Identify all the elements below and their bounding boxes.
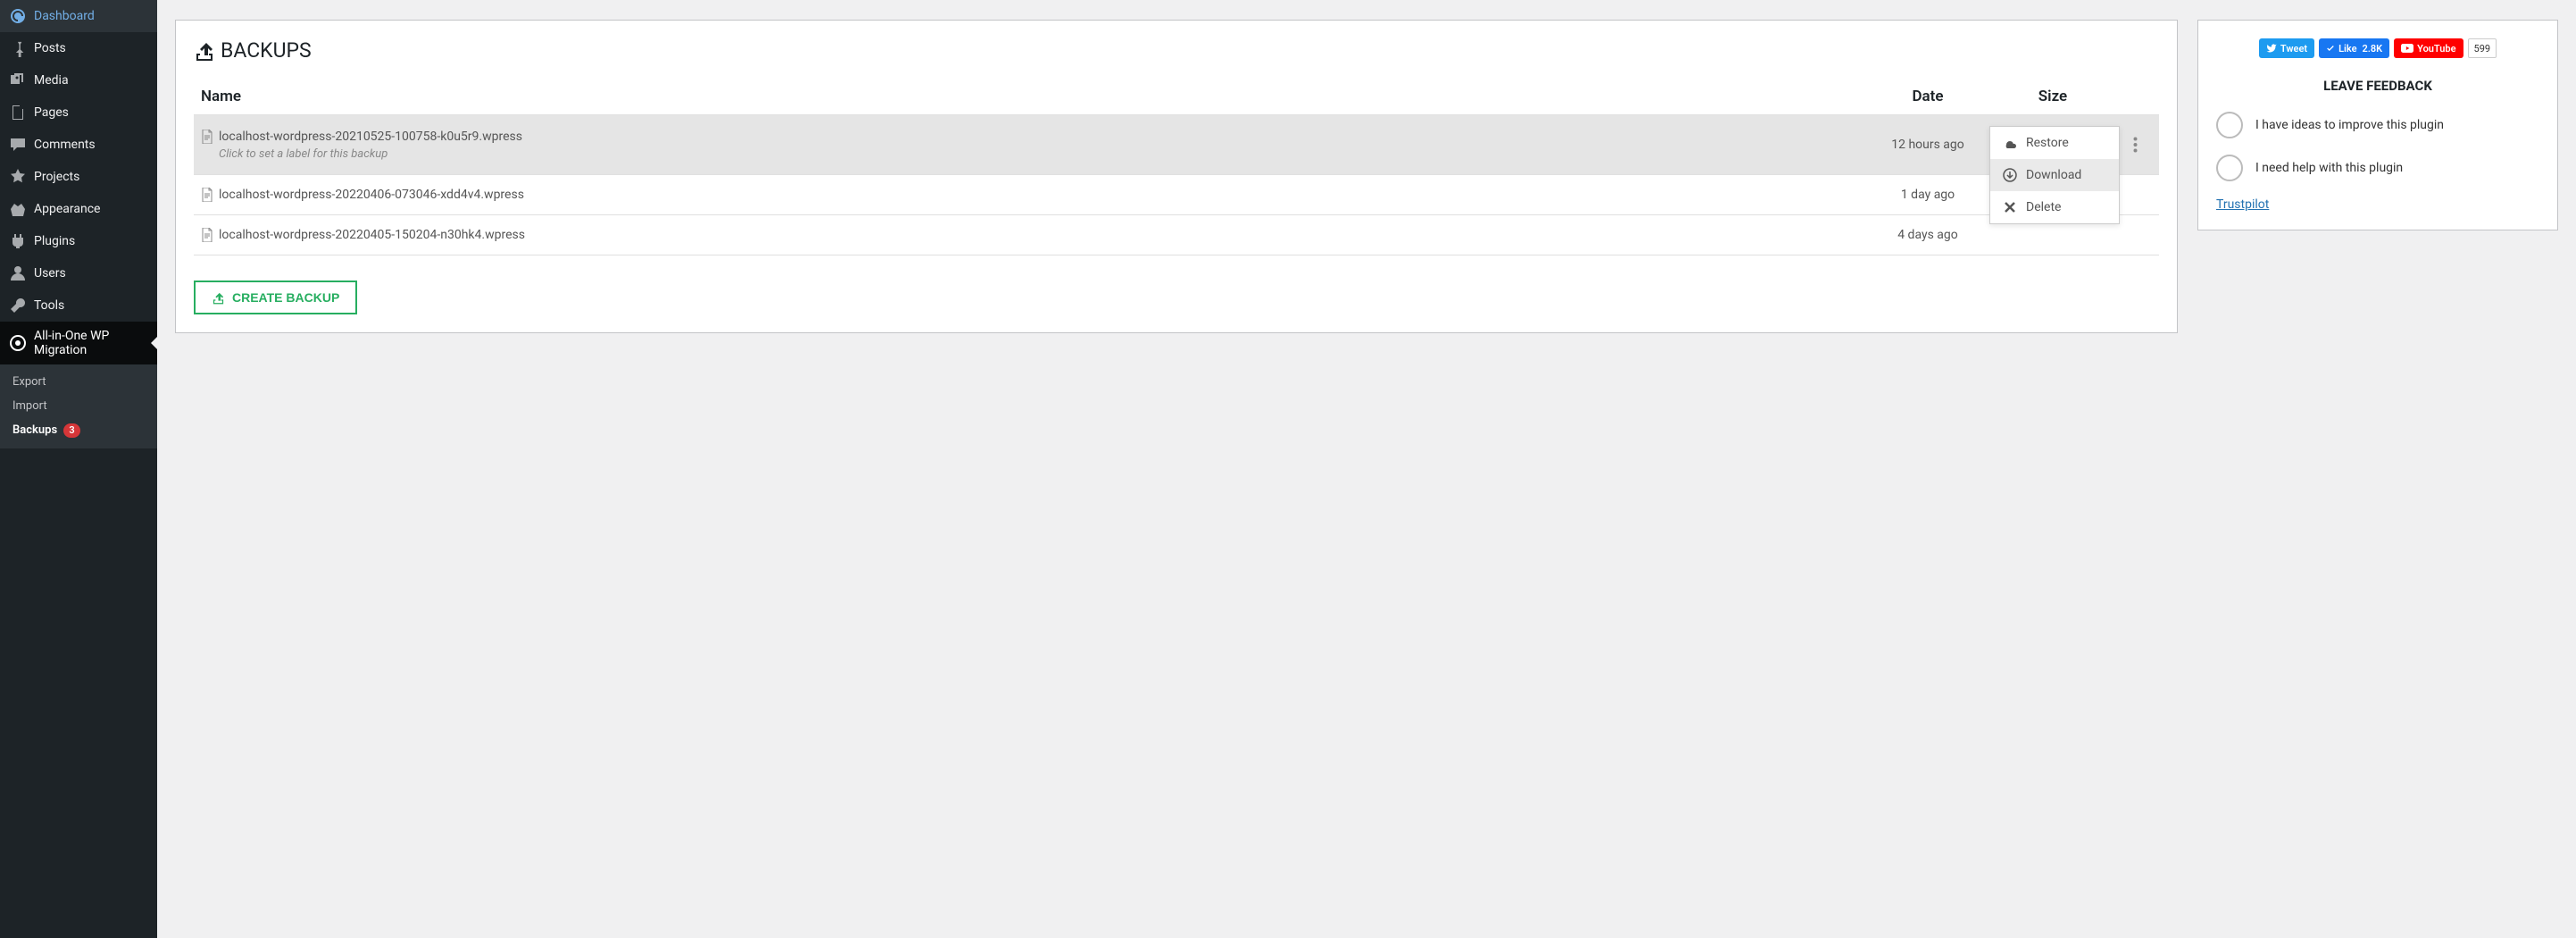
sidebar-item-users[interactable]: Users: [0, 257, 157, 289]
table-row: localhost-wordpress-20220405-150204-n30h…: [194, 215, 2159, 255]
content-area: BACKUPS Name Date Size: [157, 0, 2576, 938]
table-row: localhost-wordpress-20220406-073046-xdd4…: [194, 175, 2159, 215]
pages-icon: [9, 104, 27, 121]
download-icon: [2003, 168, 2017, 182]
col-date: Date: [1861, 79, 1995, 115]
sidebar-item-media[interactable]: Media: [0, 64, 157, 96]
backup-name[interactable]: localhost-wordpress-20210525-100758-k0u5…: [219, 130, 522, 144]
sidebar-item-projects[interactable]: Projects: [0, 161, 157, 193]
youtube-icon: [2401, 44, 2413, 53]
sidebar-item-comments[interactable]: Comments: [0, 129, 157, 161]
migration-icon: [9, 334, 27, 352]
file-icon: [201, 228, 213, 242]
export-icon: [212, 291, 225, 305]
sidebar-item-posts[interactable]: Posts: [0, 32, 157, 64]
action-delete[interactable]: Delete: [1990, 191, 2119, 223]
like-count: 2.8K: [2362, 43, 2382, 54]
admin-sidebar: Dashboard Posts Media Pages Comments Pro…: [0, 0, 157, 938]
col-size: Size: [1995, 79, 2111, 115]
backup-name[interactable]: localhost-wordpress-20220406-073046-xdd4…: [219, 188, 524, 202]
submenu: Export Import Backups 3: [0, 364, 157, 448]
sidebar-label: Dashboard: [34, 9, 95, 23]
sidebar-label: Posts: [34, 41, 66, 55]
action-label: Restore: [2026, 136, 2069, 150]
more-vertical-icon: [2133, 137, 2138, 153]
action-download[interactable]: Download: [1990, 159, 2119, 191]
dashboard-icon: [9, 7, 27, 25]
youtube-button[interactable]: YouTube: [2394, 38, 2463, 58]
backup-date: 12 hours ago: [1861, 115, 1995, 175]
file-icon: [201, 130, 213, 144]
table-row: localhost-wordpress-20210525-100758-k0u5…: [194, 115, 2159, 175]
sidebar-item-dashboard[interactable]: Dashboard: [0, 0, 157, 32]
button-label: CREATE BACKUP: [232, 290, 339, 305]
sidebar-label: Appearance: [34, 202, 100, 216]
col-name: Name: [194, 79, 1861, 115]
actions-dropdown: Restore Download Delete: [1989, 126, 2120, 224]
feedback-option-help[interactable]: I need help with this plugin: [2216, 155, 2539, 181]
label-hint[interactable]: Click to set a label for this backup: [219, 147, 1854, 161]
backup-name[interactable]: localhost-wordpress-20220405-150204-n30h…: [219, 228, 525, 242]
tweet-button[interactable]: Tweet: [2259, 38, 2314, 58]
appearance-icon: [9, 200, 27, 218]
sidebar-label: Projects: [34, 170, 79, 184]
submenu-import[interactable]: Import: [0, 394, 157, 418]
page-title-text: BACKUPS: [221, 38, 312, 63]
feedback-panel: Tweet Like 2.8K YouTube 599 LEAVE FEEDBA…: [2197, 20, 2558, 230]
feedback-option-improve[interactable]: I have ideas to improve this plugin: [2216, 112, 2539, 138]
sidebar-label: Pages: [34, 105, 69, 120]
sidebar-item-pages[interactable]: Pages: [0, 96, 157, 129]
submenu-export[interactable]: Export: [0, 370, 157, 394]
youtube-label: YouTube: [2417, 43, 2455, 54]
youtube-count: 599: [2468, 38, 2497, 58]
trustpilot-link[interactable]: Trustpilot: [2216, 197, 2269, 212]
sidebar-label: Plugins: [34, 234, 75, 248]
radio-icon: [2216, 155, 2243, 181]
cloud-restore-icon: [2003, 136, 2017, 150]
submenu-backups[interactable]: Backups 3: [0, 418, 157, 443]
sidebar-label: Media: [34, 73, 69, 88]
like-label: Like: [2338, 43, 2356, 54]
tools-icon: [9, 297, 27, 314]
page-title: BACKUPS: [194, 38, 2159, 63]
backups-table: Name Date Size localhost-wordpress-20210: [194, 79, 2159, 255]
media-icon: [9, 71, 27, 89]
twitter-icon: [2266, 43, 2277, 54]
users-icon: [9, 264, 27, 282]
more-button[interactable]: [2118, 128, 2152, 162]
sidebar-item-plugins[interactable]: Plugins: [0, 225, 157, 257]
col-actions: [2111, 79, 2159, 115]
submenu-label: Backups: [13, 423, 57, 437]
action-label: Download: [2026, 168, 2081, 182]
sidebar-item-tools[interactable]: Tools: [0, 289, 157, 322]
sidebar-label: Comments: [34, 138, 96, 152]
pin-icon: [9, 39, 27, 57]
comments-icon: [9, 136, 27, 154]
close-icon: [2003, 200, 2017, 214]
action-restore[interactable]: Restore: [1990, 127, 2119, 159]
backups-panel: BACKUPS Name Date Size: [175, 20, 2178, 333]
tweet-label: Tweet: [2280, 43, 2307, 54]
backup-date: 1 day ago: [1861, 175, 1995, 215]
radio-label: I have ideas to improve this plugin: [2255, 118, 2444, 132]
sidebar-item-migration[interactable]: All-in-One WP Migration: [0, 322, 157, 364]
sidebar-label: Tools: [34, 298, 64, 313]
plugins-icon: [9, 232, 27, 250]
check-icon: [2326, 44, 2335, 53]
create-backup-button[interactable]: CREATE BACKUP: [194, 281, 357, 314]
backup-date: 4 days ago: [1861, 215, 1995, 255]
social-buttons: Tweet Like 2.8K YouTube 599: [2216, 38, 2539, 58]
like-button[interactable]: Like 2.8K: [2319, 38, 2389, 58]
radio-label: I need help with this plugin: [2255, 161, 2403, 175]
sidebar-label: All-in-One WP Migration: [34, 329, 148, 357]
sidebar-label: Users: [34, 266, 66, 281]
projects-icon: [9, 168, 27, 186]
file-icon: [201, 188, 213, 202]
feedback-title: LEAVE FEEDBACK: [2216, 78, 2539, 94]
sidebar-item-appearance[interactable]: Appearance: [0, 193, 157, 225]
export-icon: [194, 40, 215, 62]
radio-icon: [2216, 112, 2243, 138]
action-label: Delete: [2026, 200, 2061, 214]
backups-count-badge: 3: [63, 423, 79, 438]
